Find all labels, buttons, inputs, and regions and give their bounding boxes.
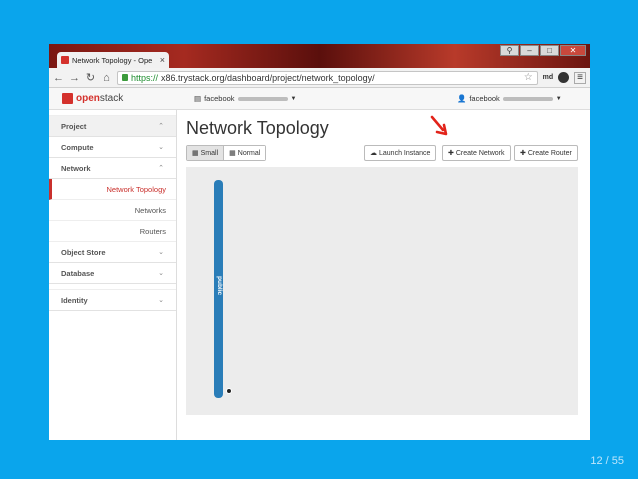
sidebar-item-label: Routers bbox=[139, 226, 166, 236]
chevron-up-icon: ⌃ bbox=[158, 165, 164, 172]
project-label: facebook bbox=[204, 94, 235, 103]
tab-strip: Network Topology - Ope × ⚲ – □ ✕ bbox=[49, 44, 590, 68]
tab-title: Network Topology - Ope bbox=[72, 55, 153, 65]
sidebar-section-label: Identity bbox=[61, 295, 88, 305]
caret-down-icon: ▼ bbox=[290, 95, 297, 102]
close-tab-icon[interactable]: × bbox=[160, 55, 165, 65]
user-icon: 👤 bbox=[457, 94, 467, 103]
sidebar: Project ⌃ Compute ⌄ Network ⌃ Network Topol… bbox=[49, 110, 177, 440]
logo-text-stack: stack bbox=[99, 93, 124, 104]
sidebar-section-identity[interactable]: Identity ⌄ bbox=[49, 290, 176, 311]
openstack-logo[interactable]: open stack bbox=[62, 93, 123, 104]
home-icon[interactable]: ⌂ bbox=[101, 72, 112, 84]
browser-toolbar: ← → ↻ ⌂ https://x86.trystack.org/dashboa… bbox=[49, 68, 590, 88]
topology-canvas: public bbox=[186, 167, 578, 415]
url-scheme: https:// bbox=[131, 72, 159, 83]
create-router-label: Create Router bbox=[527, 149, 572, 157]
view-normal-button[interactable]: ▦ Normal bbox=[224, 146, 266, 160]
user-switch-icon[interactable]: ⚲ bbox=[500, 45, 519, 56]
plus-icon: ✚ bbox=[520, 150, 526, 157]
back-icon[interactable]: ← bbox=[53, 72, 64, 84]
chevron-down-icon: ⌄ bbox=[158, 270, 164, 277]
sidebar-section-label: Project bbox=[61, 121, 87, 131]
view-size-toggle: ▦ Small ▦ Normal bbox=[186, 145, 267, 161]
openstack-header: open stack ▤ facebook ▼ 👤 facebook ▼ bbox=[49, 88, 590, 110]
project-id-redacted bbox=[237, 96, 288, 101]
sidebar-section-object-store[interactable]: Object Store ⌄ bbox=[49, 242, 176, 263]
openstack-page: open stack ▤ facebook ▼ 👤 facebook ▼ Proj… bbox=[49, 88, 590, 440]
chevron-down-icon: ⌄ bbox=[158, 249, 164, 256]
window-close-icon[interactable]: ✕ bbox=[560, 45, 586, 56]
sidebar-item-networks[interactable]: Networks bbox=[49, 200, 176, 221]
sidebar-item-label: Network Topology bbox=[106, 184, 166, 194]
user-menu[interactable]: 👤 facebook ▼ bbox=[457, 94, 562, 103]
create-network-button[interactable]: ✚ Create Network bbox=[442, 145, 511, 161]
forward-icon[interactable]: → bbox=[69, 72, 80, 84]
network-port-icon[interactable] bbox=[226, 388, 232, 394]
window-controls: ⚲ – □ ✕ bbox=[500, 45, 586, 56]
sidebar-section-label: Database bbox=[61, 268, 95, 278]
extension-md[interactable]: md bbox=[543, 74, 554, 81]
page-title: Network Topology bbox=[186, 118, 329, 138]
cloud-upload-icon: ☁ bbox=[370, 150, 377, 157]
bookmark-star-icon[interactable]: ☆ bbox=[524, 72, 533, 83]
view-small-button[interactable]: ▦ Small bbox=[187, 146, 225, 160]
sidebar-section-project[interactable]: Project ⌃ bbox=[49, 116, 176, 137]
lock-icon bbox=[122, 74, 128, 81]
plus-icon: ✚ bbox=[448, 150, 454, 157]
minimize-icon[interactable]: – bbox=[520, 45, 539, 56]
project-icon: ▤ bbox=[194, 94, 202, 103]
sidebar-section-compute[interactable]: Compute ⌄ bbox=[49, 137, 176, 158]
browser-tab[interactable]: Network Topology - Ope × bbox=[57, 52, 169, 68]
launch-instance-label: Launch Instance bbox=[379, 149, 431, 157]
annotation-arrow-icon bbox=[430, 115, 448, 136]
maximize-icon[interactable]: □ bbox=[540, 45, 559, 56]
sidebar-item-network-topology[interactable]: Network Topology bbox=[49, 179, 176, 200]
create-network-label: Create Network bbox=[455, 149, 505, 157]
openstack-logo-icon bbox=[62, 93, 73, 104]
reload-icon[interactable]: ↻ bbox=[85, 71, 96, 84]
create-router-button[interactable]: ✚ Create Router bbox=[514, 145, 578, 161]
sidebar-section-label: Compute bbox=[61, 142, 94, 152]
launch-instance-button[interactable]: ☁ Launch Instance bbox=[364, 145, 437, 161]
extension-icon[interactable] bbox=[558, 72, 570, 83]
sidebar-section-label: Object Store bbox=[61, 247, 106, 257]
view-small-label: Small bbox=[200, 149, 219, 157]
sidebar-item-label: Networks bbox=[134, 205, 166, 215]
address-bar[interactable]: https://x86.trystack.org/dashboard/proje… bbox=[117, 70, 538, 85]
chevron-down-icon: ⌄ bbox=[158, 144, 164, 151]
view-normal-label: Normal bbox=[237, 149, 261, 157]
url-path: x86.trystack.org/dashboard/project/netwo… bbox=[161, 72, 375, 83]
logo-text-open: open bbox=[76, 93, 100, 104]
chevron-up-icon: ⌃ bbox=[158, 123, 164, 130]
chevron-down-icon: ⌄ bbox=[158, 297, 164, 304]
project-selector[interactable]: ▤ facebook ▼ bbox=[194, 94, 297, 103]
browser-window: Network Topology - Ope × ⚲ – □ ✕ ← → ↻ ⌂… bbox=[49, 44, 590, 440]
slide-page-number: 12 / 55 bbox=[590, 455, 624, 467]
user-label: facebook bbox=[469, 94, 500, 103]
user-id-redacted bbox=[502, 96, 553, 101]
sidebar-item-routers[interactable]: Routers bbox=[49, 221, 176, 242]
caret-down-icon: ▼ bbox=[555, 95, 562, 102]
grid-normal-icon: ▦ bbox=[229, 150, 236, 157]
sidebar-section-network[interactable]: Network ⌃ bbox=[49, 158, 176, 179]
sidebar-section-database[interactable]: Database ⌄ bbox=[49, 263, 176, 284]
favicon-icon bbox=[61, 56, 69, 64]
sidebar-section-label: Network bbox=[61, 163, 91, 173]
browser-menu-icon[interactable]: ≡ bbox=[574, 71, 586, 84]
grid-small-icon: ▦ bbox=[192, 150, 199, 157]
network-label: public bbox=[216, 276, 223, 296]
